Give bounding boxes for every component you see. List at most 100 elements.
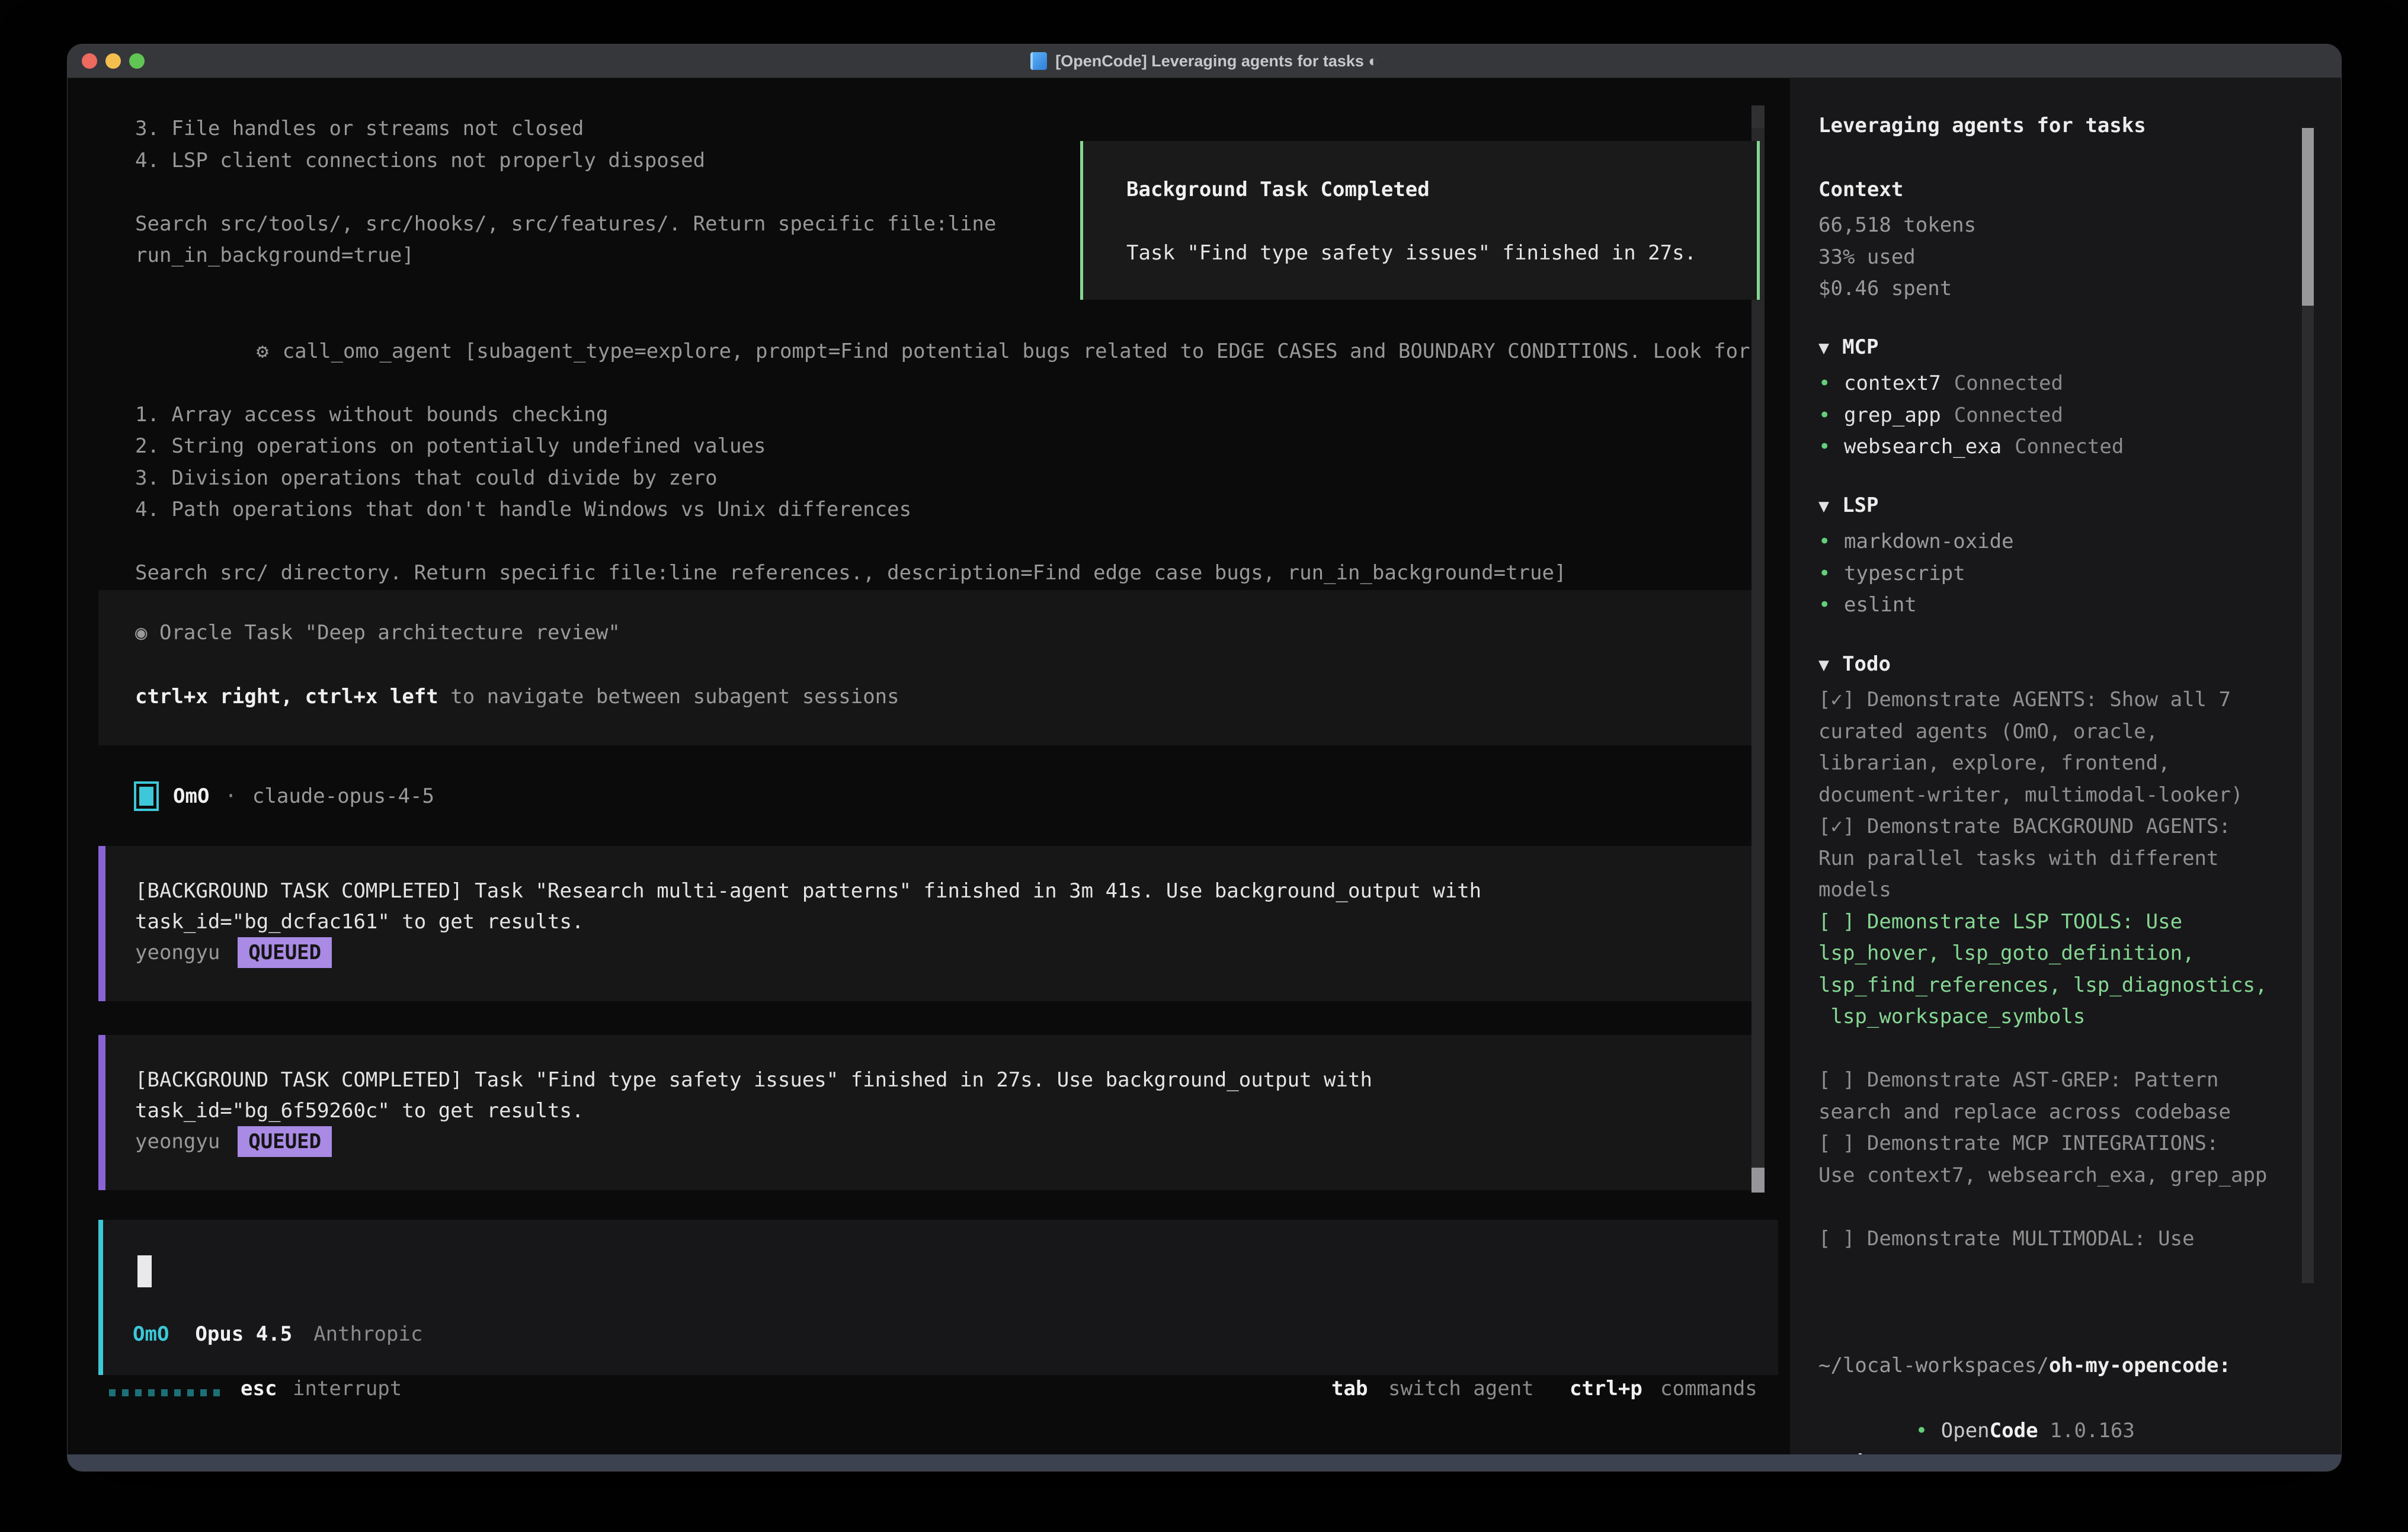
separator-dot: ·	[225, 784, 236, 808]
terminal-line: Search src/ directory. Return specific f…	[135, 557, 1818, 589]
context-stat-line: $0.46 spent	[1818, 273, 1976, 305]
chevron-down-icon: ▼	[1818, 655, 1829, 675]
message-author: yeongyu	[135, 1130, 220, 1153]
terminal-window: [OpenCode] Leveraging agents for tasks ◐…	[67, 44, 2342, 1472]
mcp-item: •grep_appConnected	[1818, 400, 2124, 432]
prompt-input[interactable]: OmO Opus 4.5 Anthropic	[98, 1220, 1778, 1375]
tool-call-lines: 1. Array access without bounds checking2…	[135, 399, 1818, 589]
window-title-area: [OpenCode] Leveraging agents for tasks ◐	[68, 44, 2341, 78]
terminal-line	[135, 526, 1818, 558]
status-dot-icon: •	[1818, 400, 1844, 432]
status-badge: QUEUED	[238, 937, 332, 968]
tab-key-action: switch agent	[1388, 1377, 1534, 1400]
esc-key-hint: esc	[241, 1377, 277, 1400]
message-line: [BACKGROUND TASK COMPLETED] Task "Resear…	[135, 876, 1758, 906]
todo-line: document-writer, multimodal-looker)	[1818, 780, 2304, 812]
message-line: [BACKGROUND TASK COMPLETED] Task "Find t…	[135, 1065, 1758, 1095]
lsp-item: •markdown-oxide	[1818, 526, 2014, 558]
spinner-dot-icon	[174, 1389, 181, 1396]
notebook-icon	[1030, 52, 1047, 70]
notification-title: Background Task Completed	[1126, 178, 1430, 201]
todo-line: [✓] Demonstrate BACKGROUND AGENTS:	[1818, 811, 2304, 843]
todo-line: search and replace across codebase	[1818, 1097, 2304, 1129]
mcp-item: •context7Connected	[1818, 368, 2124, 400]
todo-section-header[interactable]: ▼Todo	[1818, 652, 1891, 676]
status-dot-icon: •	[1818, 589, 1844, 621]
text-cursor	[137, 1255, 152, 1287]
terminal-line: 1. Array access without bounds checking	[135, 399, 1818, 431]
status-dot-icon: •	[1818, 558, 1844, 590]
scrollbar-track-segment	[1751, 105, 1765, 128]
oracle-task-hint: ctrl+x right, ctrl+x left to navigate be…	[135, 685, 899, 709]
spinner-dot-icon	[213, 1389, 220, 1396]
status-bar: esc interrupt tab switch agent ctrl+p co…	[68, 1377, 1790, 1409]
spinner-dot-icon	[187, 1389, 194, 1396]
todo-line: lsp_workspace_symbols	[1818, 1001, 2304, 1033]
message-author: yeongyu	[135, 941, 220, 964]
status-dot-icon: •	[1818, 368, 1844, 400]
spinner-dot-icon	[161, 1389, 168, 1396]
todo-line: [ ] Demonstrate AST-GREP: Pattern	[1818, 1065, 2304, 1097]
todo-line: lsp_find_references, lsp_diagnostics,	[1818, 970, 2304, 1002]
spinner-dot-icon	[200, 1389, 207, 1396]
context-stat-line: 66,518 tokens	[1818, 210, 1976, 242]
scrollbar-thumb[interactable]	[2302, 128, 2314, 306]
tool-call-header: ⚙call_omo_agent [subagent_type=explore, …	[135, 304, 1818, 399]
target-icon: ◉	[135, 621, 147, 645]
spinner-dot-icon	[122, 1389, 129, 1396]
session-title: Leveraging agents for tasks	[1818, 114, 2146, 137]
spinner-dots	[109, 1389, 220, 1396]
oracle-task-title: Oracle Task "Deep architecture review"	[159, 621, 620, 645]
chevron-down-icon: ▼	[1818, 338, 1829, 358]
todo-line	[1818, 1033, 2304, 1065]
spinner-dot-icon	[135, 1389, 142, 1396]
tool-call-block: ⚙call_omo_agent [subagent_type=explore, …	[135, 304, 1818, 589]
todo-line: [ ] Demonstrate MULTIMODAL: Use	[1818, 1223, 2304, 1255]
todo-line: [ ] Demonstrate MCP INTEGRATIONS:	[1818, 1128, 2304, 1160]
ctrlp-key-action: commands	[1660, 1377, 1757, 1400]
keyboard-shortcut: ctrl+x right, ctrl+x left	[135, 685, 438, 709]
scrollbar-thumb[interactable]	[1751, 1168, 1765, 1193]
todo-line: curated agents (OmO, oracle,	[1818, 716, 2304, 748]
message-line: task_id="bg_dcfac161" to get results.	[135, 906, 1758, 937]
todo-line: librarian, explore, frontend,	[1818, 748, 2304, 780]
gear-icon: ⚙	[257, 336, 283, 368]
mcp-section-header[interactable]: ▼MCP	[1818, 335, 1878, 359]
screen: [OpenCode] Leveraging agents for tasks ◐…	[0, 0, 2408, 1532]
todo-line: lsp_hover, lsp_goto_definition,	[1818, 938, 2304, 970]
sidebar: Leveraging agents for tasks Context 66,5…	[1790, 78, 2341, 1454]
window-title: [OpenCode] Leveraging agents for tasks ◐	[1055, 52, 1378, 70]
spinner-dot-icon	[148, 1389, 155, 1396]
todo-line	[1818, 1191, 2304, 1223]
status-badge: QUEUED	[238, 1126, 332, 1157]
agent-icon	[134, 781, 159, 811]
spinner-dot-icon	[109, 1389, 116, 1396]
context-heading: Context	[1818, 178, 1903, 201]
todo-list: [✓] Demonstrate AGENTS: Show all 7curate…	[1818, 684, 2304, 1255]
todo-line: [✓] Demonstrate AGENTS: Show all 7	[1818, 684, 2304, 716]
status-dot-icon: •	[1818, 526, 1844, 558]
background-task-notification: Background Task Completed Task "Find typ…	[1080, 141, 1760, 300]
message-line: task_id="bg_6f59260c" to get results.	[135, 1095, 1758, 1126]
input-model-label: Opus 4.5	[195, 1322, 292, 1346]
chevron-down-icon: ▼	[1818, 496, 1829, 517]
status-dot-icon: •	[1916, 1415, 1941, 1447]
lsp-item: •typescript	[1818, 558, 2014, 590]
input-provider-label: Anthropic	[313, 1322, 422, 1346]
mcp-item: •websearch_exaConnected	[1818, 431, 2124, 463]
agent-header: OmO · claude-opus-4-5	[134, 780, 434, 812]
esc-key-action: interrupt	[293, 1377, 402, 1400]
context-stat-line: 33% used	[1818, 242, 1976, 274]
background-task-message: [BACKGROUND TASK COMPLETED] Task "Resear…	[98, 846, 1758, 1001]
status-dot-icon: •	[1818, 431, 1844, 463]
titlebar: [OpenCode] Leveraging agents for tasks ◐	[68, 44, 2341, 78]
todo-line: Run parallel tasks with different	[1818, 843, 2304, 875]
lsp-list: •markdown-oxide•typescript•eslint	[1818, 526, 2014, 621]
agent-name: OmO	[173, 784, 209, 808]
context-stats: 66,518 tokens33% used$0.46 spent	[1818, 210, 1976, 305]
mcp-list: •context7Connected•grep_appConnected•web…	[1818, 368, 2124, 463]
lsp-section-header[interactable]: ▼LSP	[1818, 493, 1878, 517]
todo-line: models	[1818, 874, 2304, 906]
terminal-line: 3. Division operations that could divide…	[135, 463, 1818, 495]
sidebar-scrollbar[interactable]	[2302, 128, 2314, 1283]
